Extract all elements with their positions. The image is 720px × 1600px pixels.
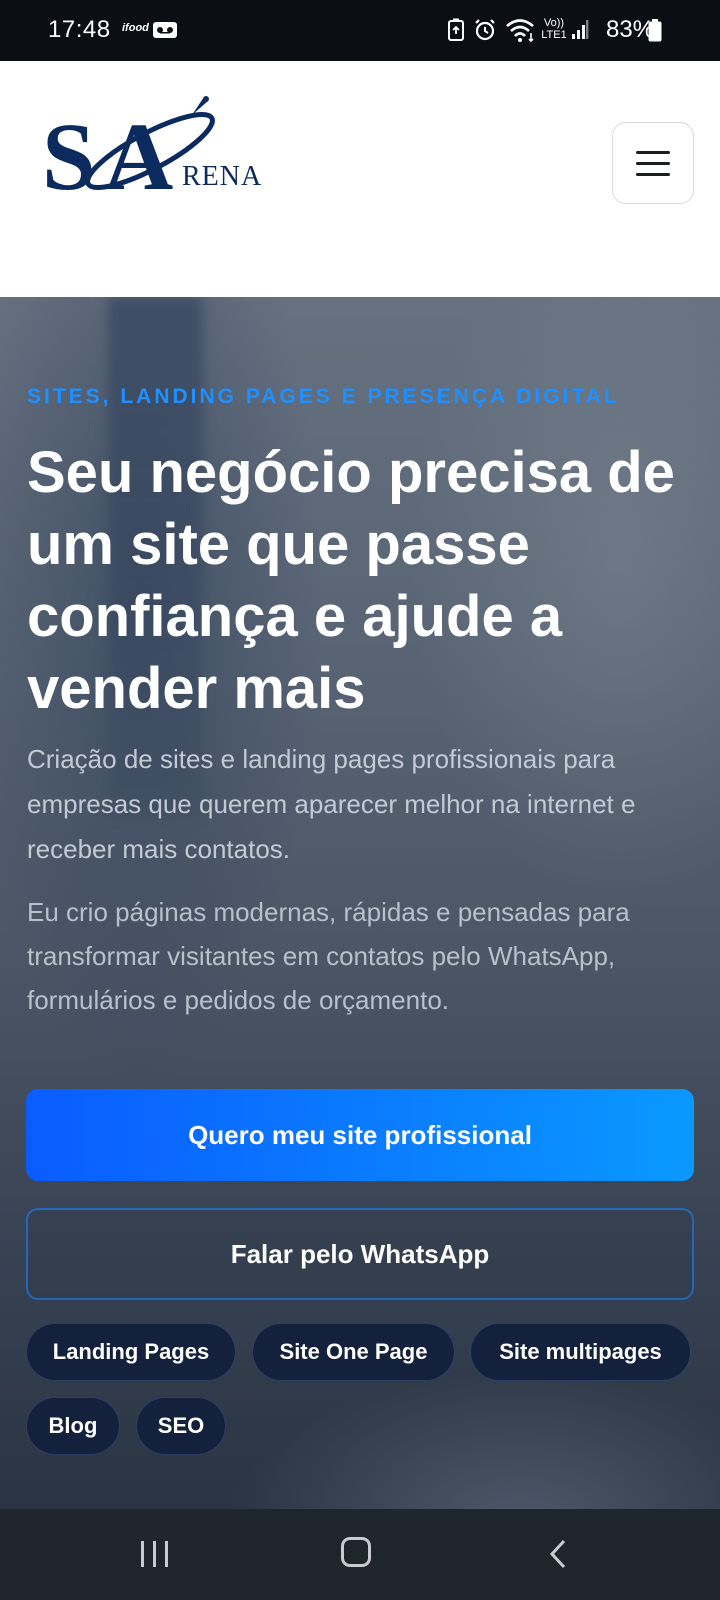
site-header: S A RENA	[0, 61, 720, 297]
battery-icon	[648, 19, 662, 42]
voicemail-icon	[153, 22, 177, 38]
chip-site-one-page[interactable]: Site One Page	[252, 1323, 455, 1381]
chip-landing-pages[interactable]: Landing Pages	[26, 1323, 236, 1381]
hero-lead: Criação de sites e landing pages profiss…	[27, 744, 636, 864]
hamburger-menu-button[interactable]	[612, 122, 694, 204]
sa-arena-logo[interactable]: S A RENA	[42, 93, 272, 197]
status-bar: 17:48 ifood Vo)) LTE1 83%	[0, 0, 720, 61]
hamburger-menu-icon-line	[636, 172, 670, 176]
android-navigation-bar	[0, 1509, 720, 1600]
whatsapp-button[interactable]: Falar pelo WhatsApp	[26, 1208, 694, 1300]
chip-blog[interactable]: Blog	[26, 1397, 120, 1455]
ifood-icon: ifood	[122, 22, 149, 34]
hero-section: SITES, LANDING PAGES E PRESENÇA DIGITAL …	[0, 297, 720, 1509]
volte-label: Vo))	[543, 17, 565, 29]
signal-icon	[572, 20, 589, 39]
status-time: 17:48	[48, 16, 111, 43]
lte-label: LTE1	[541, 29, 567, 41]
battery-percent: 83%	[606, 16, 655, 43]
cta-primary-button[interactable]: Quero meu site profissional	[26, 1089, 694, 1181]
home-icon[interactable]	[341, 1537, 371, 1567]
alarm-icon	[475, 19, 495, 41]
hero-lead-secondary: Eu crio páginas modernas, rápidas e pens…	[27, 897, 630, 1015]
chip-seo[interactable]: SEO	[136, 1397, 226, 1455]
hamburger-menu-icon-line	[636, 161, 670, 165]
volte-icon: Vo)) LTE1	[539, 17, 569, 41]
wifi-icon	[506, 19, 534, 43]
back-icon[interactable]	[548, 1539, 568, 1569]
hamburger-menu-icon	[636, 150, 670, 154]
logo-rena: RENA	[182, 161, 262, 192]
hero-eyebrow: SITES, LANDING PAGES E PRESENÇA DIGITAL	[27, 385, 620, 408]
chip-site-multipages[interactable]: Site multipages	[470, 1323, 691, 1381]
recent-apps-icon[interactable]	[140, 1539, 170, 1569]
battery-saver-icon	[448, 18, 464, 41]
hero-headline: Seu negócio precisa de um site que passe…	[27, 440, 675, 721]
